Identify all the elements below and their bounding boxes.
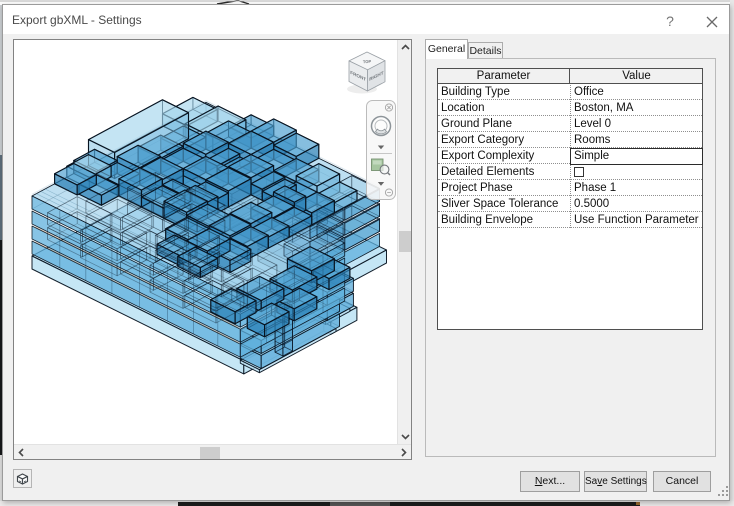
svg-text:TOP: TOP xyxy=(363,59,372,64)
